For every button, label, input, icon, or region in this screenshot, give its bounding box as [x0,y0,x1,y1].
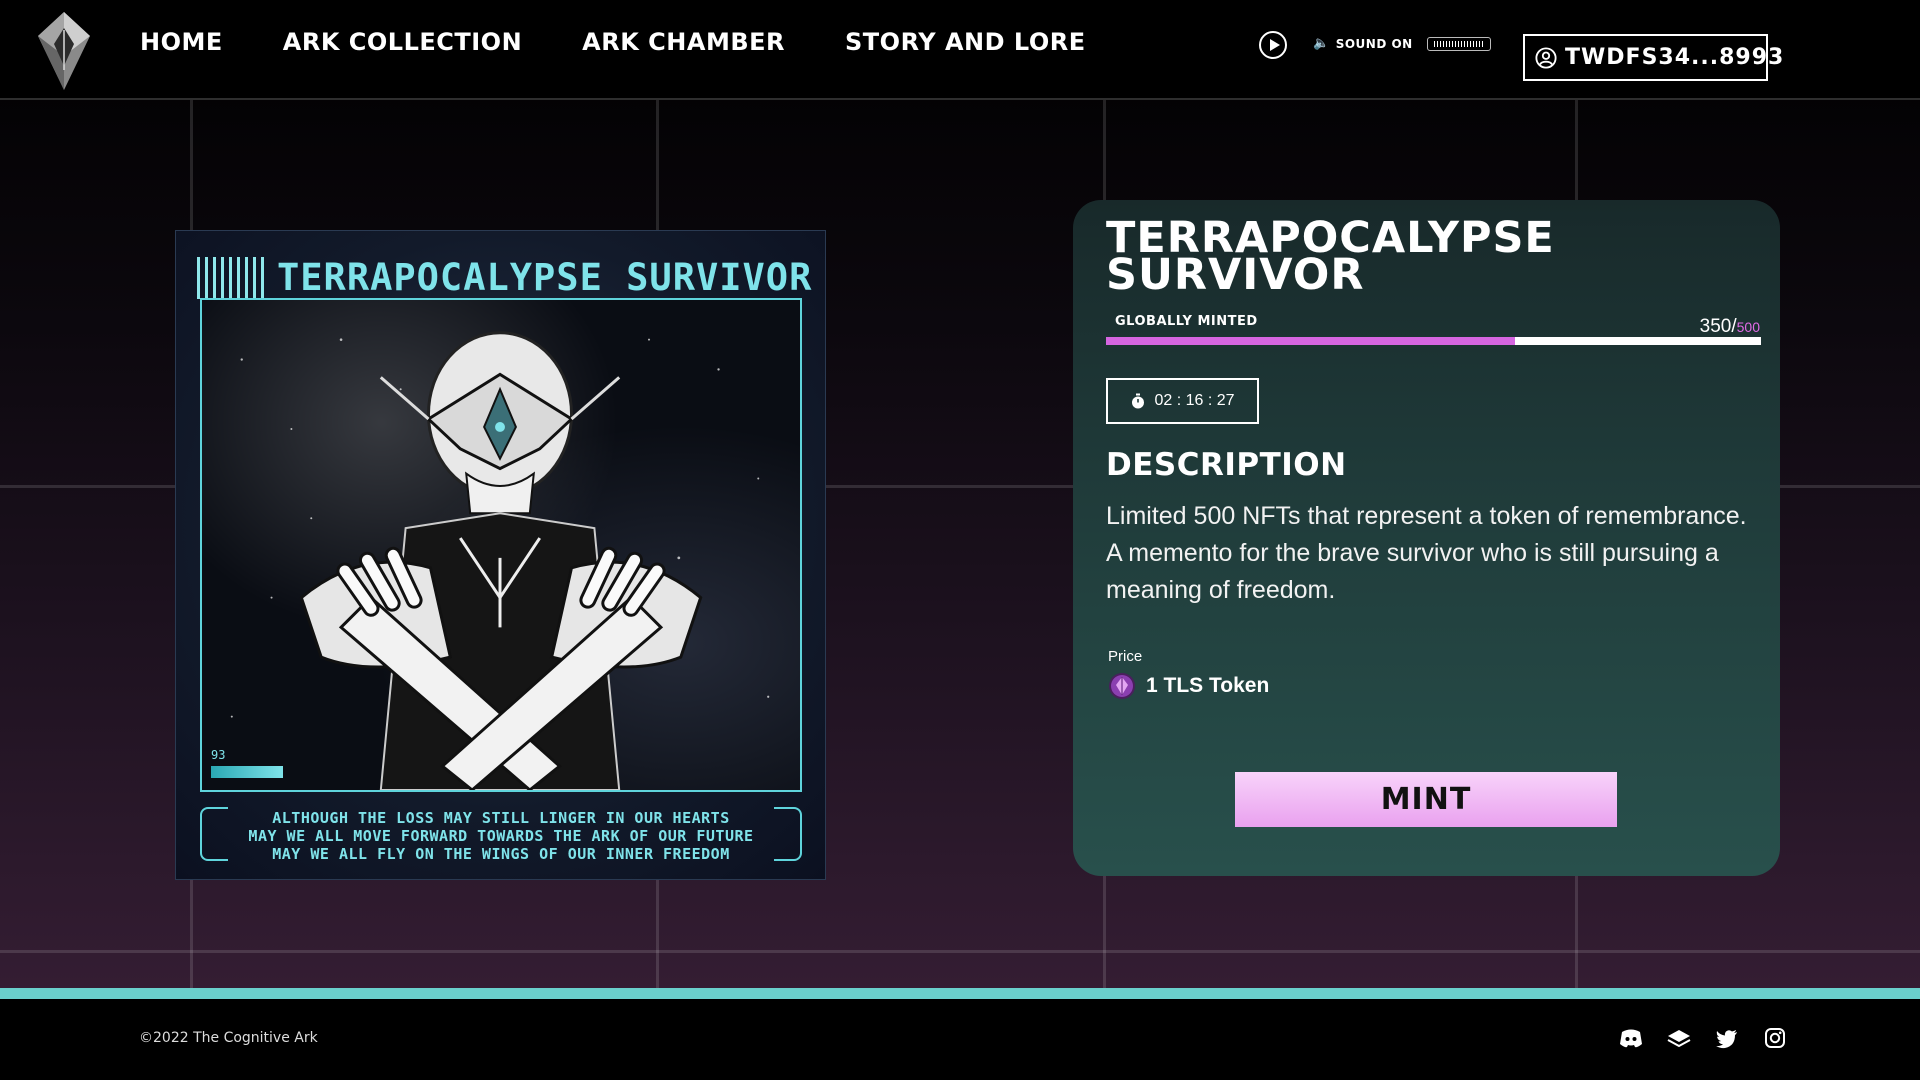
price-value: 1 TLS Token [1146,674,1270,697]
minted-count: 350/500 [1699,316,1760,337]
price-label: Price [1108,648,1143,665]
caption-line: MAY WE ALL MOVE FORWARD TOWARDS THE ARK … [248,827,754,845]
user-icon [1535,46,1557,69]
nav-ark-chamber[interactable]: ARK CHAMBER [582,28,785,56]
artwork-counter: 93 [211,748,226,762]
footer: ©2022 The Cognitive Ark [0,999,1920,1080]
footer-divider [0,988,1920,999]
twitter-icon[interactable] [1714,1025,1740,1051]
artwork-title: TERRAPOCALYPSE SURVIVOR [197,256,812,299]
social-links [1618,1025,1788,1051]
sound-toggle[interactable]: 🔈 SOUND ON [1313,36,1491,51]
mint-progress-bar [1106,337,1761,345]
description-heading: DESCRIPTION [1106,447,1347,483]
ark-logo[interactable] [36,10,92,92]
instagram-icon[interactable] [1762,1025,1788,1051]
stripe-decoration [197,256,267,299]
wallet-button[interactable]: TWDFS34...8993 [1523,34,1783,81]
description-text: Limited 500 NFTs that represent a token … [1106,502,1747,604]
speaker-icon: 🔈 [1313,36,1330,51]
sound-label: SOUND ON [1335,36,1413,51]
volume-slider[interactable] [1426,36,1491,51]
nav-ark-collection[interactable]: ARK COLLECTION [283,28,522,56]
nav-story-and-lore[interactable]: STORY AND LORE [845,28,1086,56]
caption-line: ALTHOUGH THE LOSS MAY STILL LINGER IN OU… [272,809,730,827]
nft-detail-card: TERRAPOCALYPSE SURVIVOR GLOBALLY MINTED … [1073,200,1780,876]
price: 1 TLS Token [1108,672,1269,700]
discord-icon[interactable] [1618,1025,1644,1051]
countdown-timer: 02 : 16 : 27 [1106,378,1259,424]
nav-home[interactable]: HOME [140,28,223,56]
copyright-text: ©2022 The Cognitive Ark [139,1030,318,1046]
artwork-illustration [200,298,802,792]
bracket-right-decoration [774,807,802,861]
mint-progress-fill [1106,337,1516,345]
artwork-bar-decoration [211,766,283,778]
nft-artwork: TERRAPOCALYPSE SURVIVOR 93 ALTHOUGH THE … [175,230,826,880]
minted-total: 500 [1736,319,1760,335]
play-music-button[interactable] [1259,31,1287,59]
nft-title: TERRAPOCALYPSE SURVIVOR [1106,213,1555,300]
minted-value: 350 [1699,316,1732,337]
top-navbar: HOME ARK COLLECTION ARK CHAMBER STORY AN… [0,0,1920,100]
artwork-caption: ALTHOUGH THE LOSS MAY STILL LINGER IN OU… [200,805,802,865]
minted-label: GLOBALLY MINTED [1115,314,1258,329]
timer-value: 02 : 16 : 27 [1154,392,1235,409]
caption-line: MAY WE ALL FLY ON THE WINGS OF OUR INNER… [272,845,730,863]
tls-token-icon [1109,673,1135,699]
main-nav: HOME ARK COLLECTION ARK CHAMBER STORY AN… [140,28,1086,56]
mint-button[interactable]: MINT [1235,772,1617,827]
bracket-left-decoration [200,807,228,861]
stopwatch-icon [1132,393,1145,409]
artwork-title-text: TERRAPOCALYPSE SURVIVOR [277,256,813,299]
layers-icon[interactable] [1666,1025,1692,1051]
wallet-address: TWDFS34...8993 [1565,45,1785,70]
